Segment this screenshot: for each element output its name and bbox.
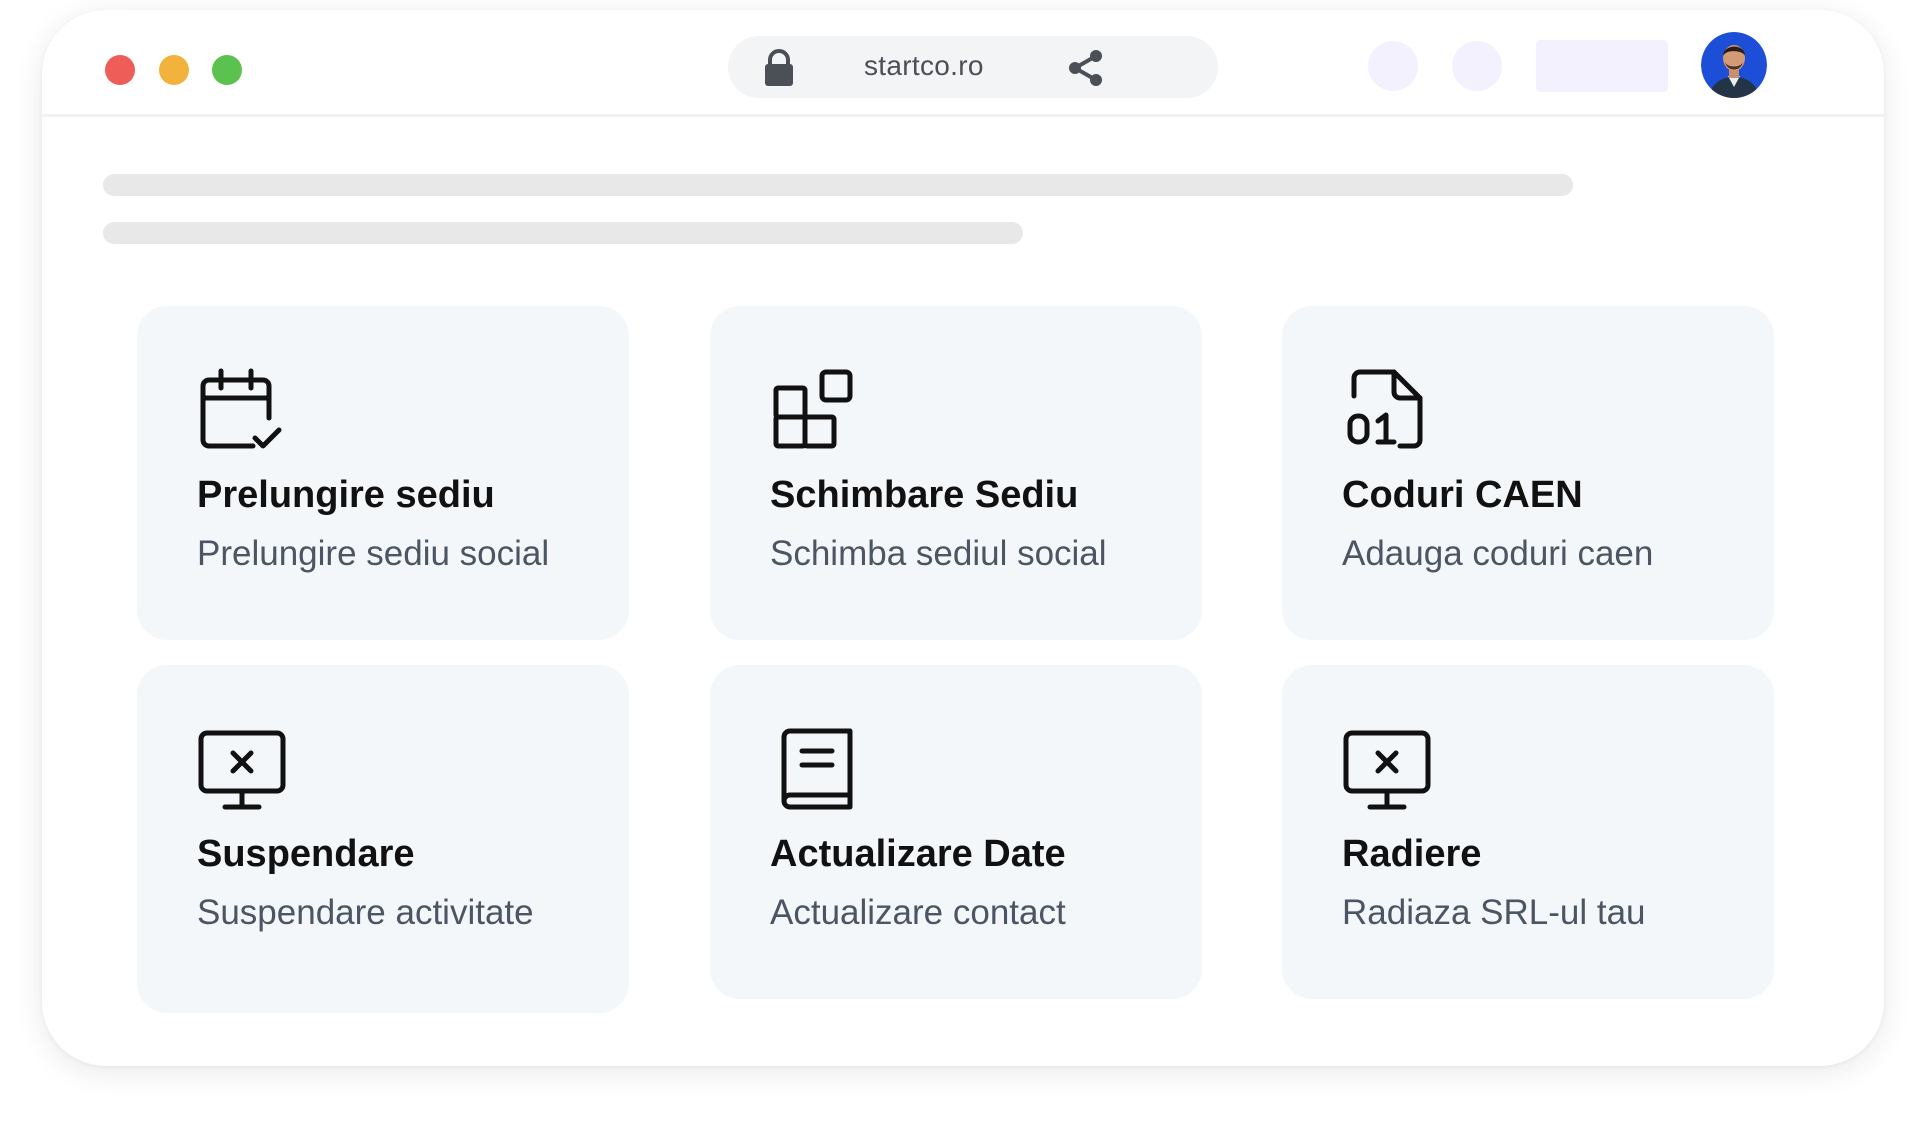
minimize-window-button[interactable] [159,55,189,85]
close-window-button[interactable] [105,55,135,85]
share-icon[interactable] [1066,48,1106,93]
placeholder-circle [1452,41,1502,91]
card-subtitle: Prelungire sediu social [197,534,550,573]
card-schimbare-sediu[interactable]: Schimbare Sediu Schimba sediul social [710,306,1202,640]
card-radiere[interactable]: Radiere Radiaza SRL-ul tau [1282,665,1774,999]
card-title: Suspendare [197,833,415,875]
avatar[interactable] [1701,32,1767,98]
book-icon [770,725,860,815]
card-prelungire-sediu[interactable]: Prelungire sediu Prelungire sediu social [137,306,629,640]
address-bar[interactable]: startco.ro [728,36,1218,98]
title-bar: startco.ro [42,10,1884,117]
card-title: Actualizare Date [770,833,1066,875]
card-suspendare[interactable]: Suspendare Suspendare activitate [137,665,629,1013]
card-subtitle: Radiaza SRL-ul tau [1342,893,1646,932]
lock-icon [762,49,796,92]
card-title: Prelungire sediu [197,474,495,516]
blocks-icon [770,366,860,456]
card-subtitle: Adauga coduri caen [1342,534,1654,573]
calendar-check-icon [197,366,287,456]
browser-window: startco.ro Prelungire sediu Prelungire s… [42,10,1884,1066]
skeleton-line [103,174,1573,196]
skeleton-line [103,222,1023,244]
monitor-x-icon [197,725,287,815]
placeholder-block [1536,40,1668,92]
card-title: Schimbare Sediu [770,474,1079,516]
card-subtitle: Actualizare contact [770,893,1066,932]
maximize-window-button[interactable] [212,55,242,85]
card-subtitle: Suspendare activitate [197,893,534,932]
card-title: Coduri CAEN [1342,474,1583,516]
card-coduri-caen[interactable]: Coduri CAEN Adauga coduri caen [1282,306,1774,640]
url-text: startco.ro [864,50,984,81]
card-actualizare-date[interactable]: Actualizare Date Actualizare contact [710,665,1202,999]
binary-file-icon [1342,366,1432,456]
placeholder-circle [1368,41,1418,91]
monitor-x-icon [1342,725,1432,815]
card-subtitle: Schimba sediul social [770,534,1107,573]
card-title: Radiere [1342,833,1482,875]
